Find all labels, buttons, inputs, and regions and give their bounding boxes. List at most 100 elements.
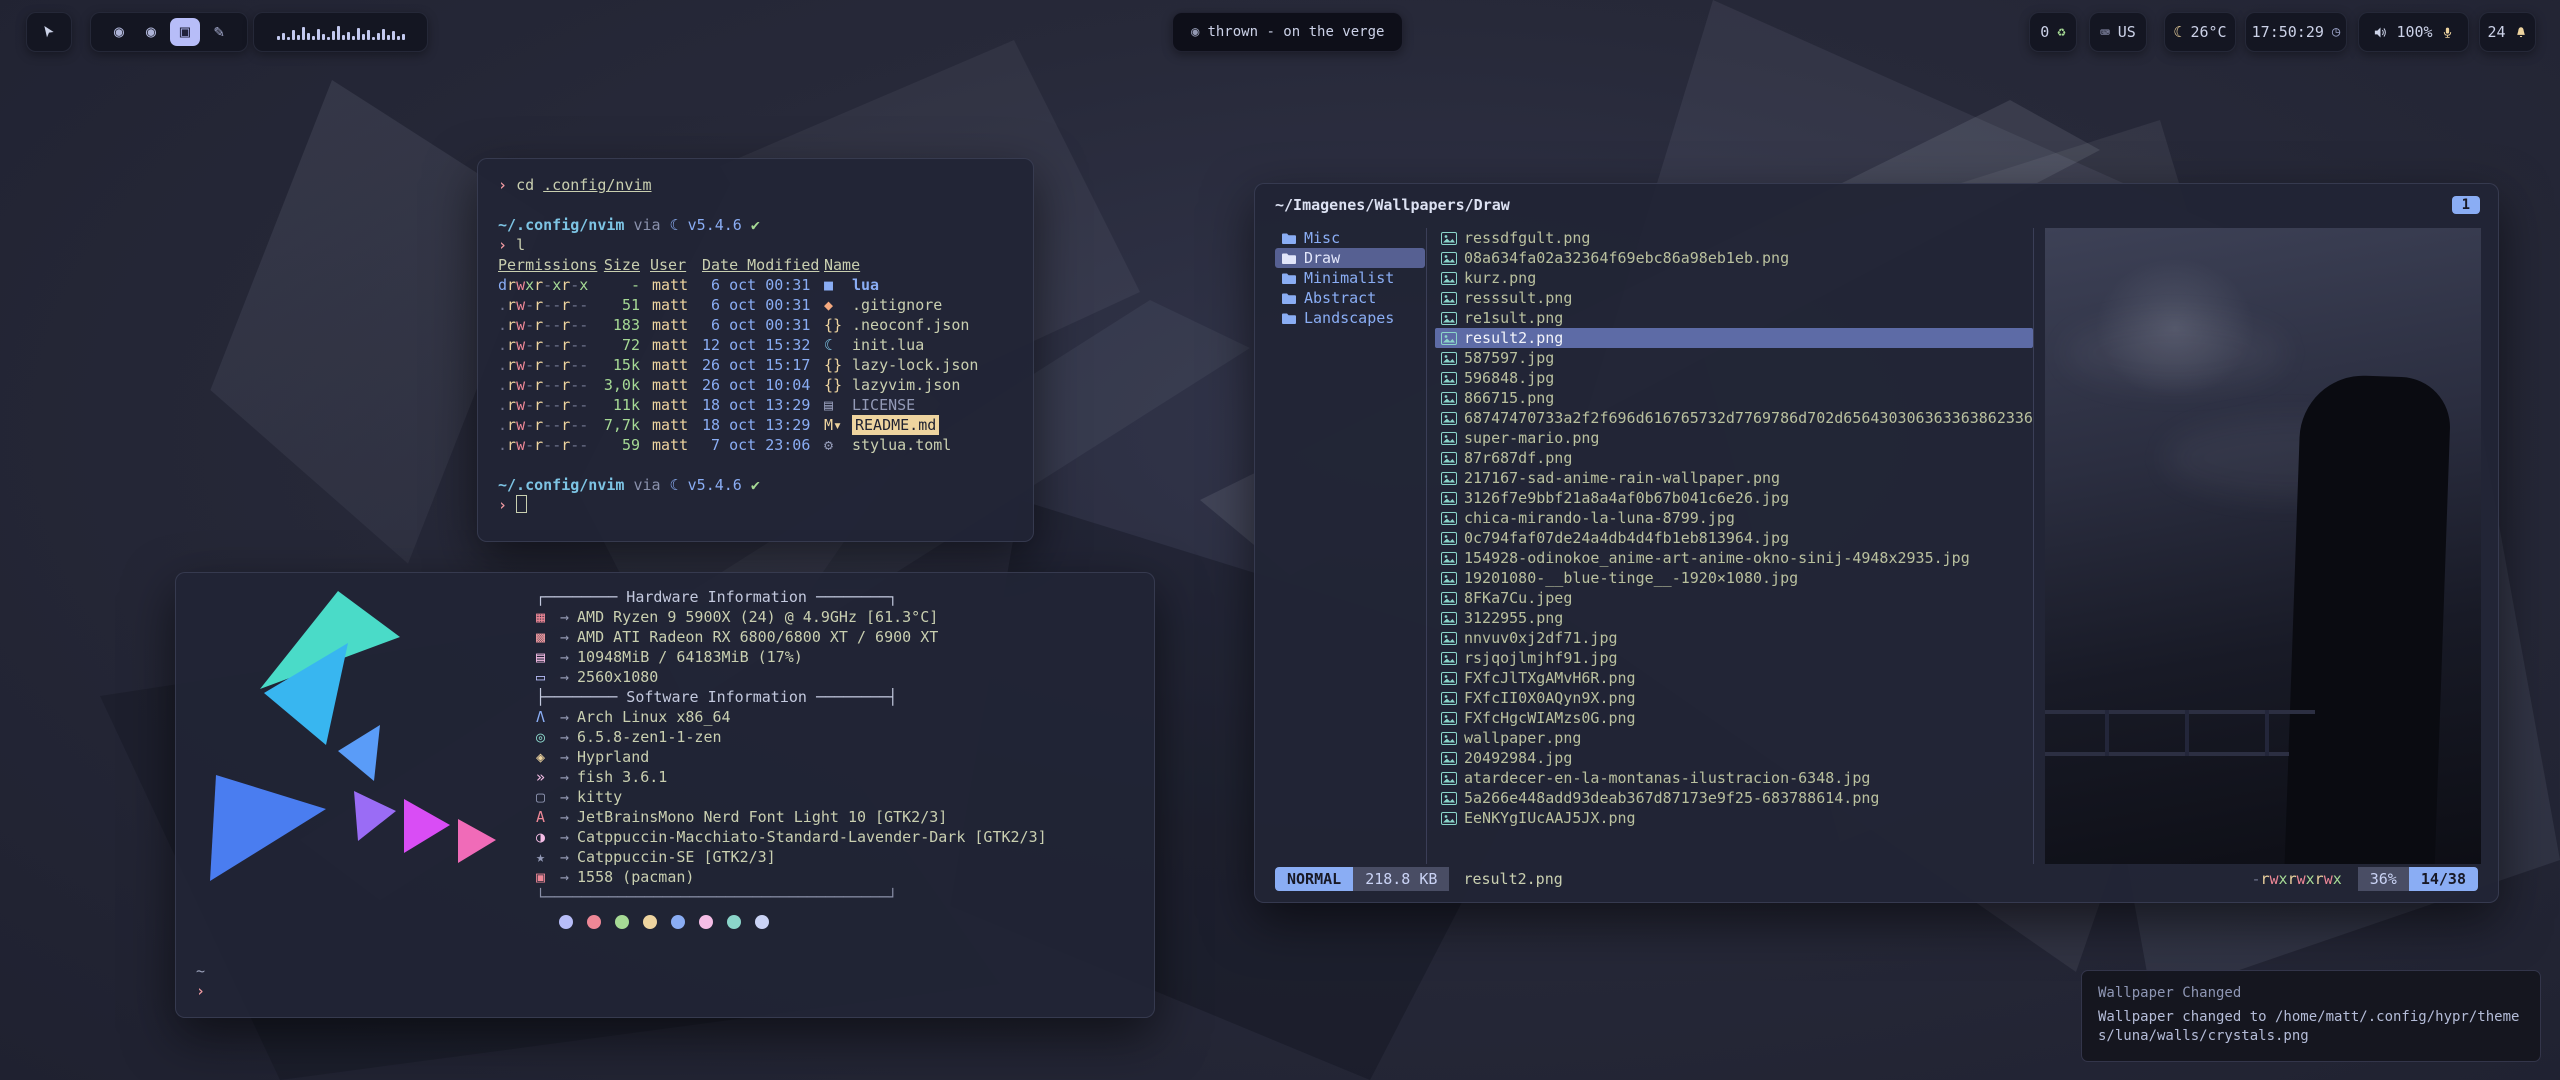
image-file-icon xyxy=(1441,672,1457,685)
terminal-window-nvim[interactable]: › cd .config/nvim ~/.config/nvim via ☾ v… xyxy=(477,158,1034,542)
sidebar-folder-abstract[interactable]: Abstract xyxy=(1275,288,1425,308)
palette-dot xyxy=(559,915,573,929)
file-item[interactable]: FXfcHgcWIAMzs0G.png xyxy=(1435,708,2033,728)
file-item[interactable]: 866715.png xyxy=(1435,388,2033,408)
input-line[interactable]: › xyxy=(196,981,205,1001)
file-item[interactable]: kurz.png xyxy=(1435,268,2033,288)
volume-pill[interactable]: 100% xyxy=(2358,12,2469,52)
weather-pill[interactable]: ☾ 26°C xyxy=(2164,12,2236,52)
ff-line-kernel: ◎→6.5.8-zen1-1-zen xyxy=(536,727,1047,747)
palette-dot xyxy=(671,915,685,929)
sidebar-folder-draw[interactable]: Draw xyxy=(1275,248,1425,268)
mode-badge: NORMAL xyxy=(1275,867,1353,891)
kernel-icon: ◎ xyxy=(536,727,558,747)
md-icon: M▾ xyxy=(824,415,852,435)
ff-line-shell: »→fish 3.6.1 xyxy=(536,767,1047,787)
file-item[interactable]: FXfcII0X0AQyn9X.png xyxy=(1435,688,2033,708)
image-file-icon xyxy=(1441,272,1457,285)
clock-pill[interactable]: 17:50:29 ◷ xyxy=(2245,12,2347,52)
terminal-window-fastfetch[interactable]: ┌──────── Hardware Information ────────┐… xyxy=(175,572,1155,1018)
file-item[interactable]: rsjqojlmjhf91.jpg xyxy=(1435,648,2033,668)
file-item[interactable]: super-mario.png xyxy=(1435,428,2033,448)
updates-pill[interactable]: 0 ♻ xyxy=(2029,12,2077,52)
visualizer-bar xyxy=(382,29,385,40)
audio-visualizer-pill[interactable] xyxy=(253,12,428,52)
file-item[interactable]: 20492984.jpg xyxy=(1435,748,2033,768)
file-item[interactable]: chica-mirando-la-luna-8799.jpg xyxy=(1435,508,2033,528)
software-header: ├──────── Software Information ────────┤ xyxy=(536,687,1047,707)
desktop: { "topbar": { "workspaces": [ {"name": "… xyxy=(0,0,2560,1080)
file-size-badge: 218.8 KB xyxy=(1353,867,1449,891)
sidebar-folder-landscapes[interactable]: Landscapes xyxy=(1275,308,1425,328)
file-item[interactable]: 3122955.png xyxy=(1435,608,2033,628)
file-item[interactable]: resssult.png xyxy=(1435,288,2033,308)
launcher-button[interactable] xyxy=(26,12,72,52)
file-item[interactable]: nnvuv0xj2df71.jpg xyxy=(1435,628,2033,648)
visualizer-bar xyxy=(392,31,395,40)
file-item[interactable]: FXfcJlTXgAMvH6R.png xyxy=(1435,668,2033,688)
input-line[interactable]: › xyxy=(498,495,1013,515)
file-item[interactable]: re1sult.png xyxy=(1435,308,2033,328)
railing-post xyxy=(2265,710,2269,756)
ls-row: .rw-r--r--183matt 6 oct 00:31{}.neoconf.… xyxy=(498,315,1013,335)
active-window-pill[interactable]: ◉ thrown - on the verge xyxy=(1172,12,1403,52)
display-icon: ▭ xyxy=(536,667,558,687)
cpu-icon: ▦ xyxy=(536,607,558,627)
file-item[interactable]: 596848.jpg xyxy=(1435,368,2033,388)
file-item[interactable]: 587597.jpg xyxy=(1435,348,2033,368)
file-name: lua xyxy=(852,275,1013,295)
check-icon: ✔ xyxy=(751,216,760,234)
pane-divider xyxy=(2033,228,2034,864)
terminal-cursor xyxy=(516,495,527,513)
visualizer-bar xyxy=(362,34,365,40)
{}-icon: {} xyxy=(824,355,852,375)
file-item[interactable]: EeNKYgIUcAAJ5JX.png xyxy=(1435,808,2033,828)
ls-row: .rw-r--r--15kmatt26 oct 15:17{}lazy-lock… xyxy=(498,355,1013,375)
book-icon: ▤ xyxy=(824,395,852,415)
palette-dot xyxy=(643,915,657,929)
workspace-3-files[interactable]: ▣ xyxy=(170,18,200,46)
file-item[interactable]: wallpaper.png xyxy=(1435,728,2033,748)
file-item[interactable]: 3126f7e9bbf21a8a4af0b67b041c6e26.jpg xyxy=(1435,488,2033,508)
file-name: .neoconf.json xyxy=(852,315,1013,335)
notifications-pill[interactable]: 24 xyxy=(2479,12,2536,52)
workspace-4-draw[interactable]: ✎ xyxy=(206,18,232,46)
folder-icon xyxy=(1281,232,1297,245)
file-item[interactable]: 19201080-__blue-tinge__-1920×1080.jpg xyxy=(1435,568,2033,588)
file-item[interactable]: result2.png xyxy=(1435,328,2033,348)
visualizer-bar xyxy=(367,30,370,40)
notification-popup[interactable]: Wallpaper Changed Wallpaper changed to /… xyxy=(2081,970,2541,1062)
command-line-1: › cd .config/nvim xyxy=(498,175,1013,195)
file-item[interactable]: 8FKa7Cu.jpeg xyxy=(1435,588,2033,608)
visualizer-bar xyxy=(357,28,360,40)
clock-time: 17:50:29 xyxy=(2252,23,2324,41)
file-item[interactable]: atardecer-en-la-montanas-ilustracion-634… xyxy=(1435,768,2033,788)
file-item[interactable]: 87r687df.png xyxy=(1435,448,2033,468)
file-item[interactable]: 217167-sad-anime-rain-wallpaper.png xyxy=(1435,468,2033,488)
visualizer-bar xyxy=(347,32,350,40)
image-file-icon xyxy=(1441,552,1457,565)
image-file-icon xyxy=(1441,332,1457,345)
file-manager-window[interactable]: ~/Imagenes/Wallpapers/Draw 1 MiscDrawMin… xyxy=(1254,183,2499,903)
file-item[interactable]: 0c794faf07de24a4db4d4fb1eb813964.jpg xyxy=(1435,528,2033,548)
workspace-1[interactable]: ◉ xyxy=(106,18,132,46)
status-perms: -rwxrwxrwx xyxy=(2251,870,2341,888)
file-item[interactable]: 154928-odinokoe_anime-art-anime-okno-sin… xyxy=(1435,548,2033,568)
palette-dot xyxy=(587,915,601,929)
file-item[interactable]: 08a634fa02a32364f69ebc86a98eb1eb.png xyxy=(1435,248,2033,268)
pane-divider xyxy=(1426,228,1427,864)
sidebar-folder-minimalist[interactable]: Minimalist xyxy=(1275,268,1425,288)
visualizer-bar xyxy=(337,26,340,40)
tab-indicator[interactable]: 1 xyxy=(2452,196,2480,214)
file-item[interactable]: 68747470733a2f2f696d616765732d7769786d70… xyxy=(1435,408,2033,428)
keyboard-layout-pill[interactable]: ⌨ US xyxy=(2089,12,2147,52)
image-file-icon xyxy=(1441,452,1457,465)
image-file-icon xyxy=(1441,292,1457,305)
visualizer-bar xyxy=(297,35,300,40)
workspace-2[interactable]: ◉ xyxy=(138,18,164,46)
file-item[interactable]: ressdfgult.png xyxy=(1435,228,2033,248)
ls-row: .rw-r--r--72matt12 oct 15:32☾init.lua xyxy=(498,335,1013,355)
sidebar-folder-misc[interactable]: Misc xyxy=(1275,228,1425,248)
file-item[interactable]: 5a266e448add93deab367d87173e9f25-6837886… xyxy=(1435,788,2033,808)
folder-icon xyxy=(1281,272,1297,285)
